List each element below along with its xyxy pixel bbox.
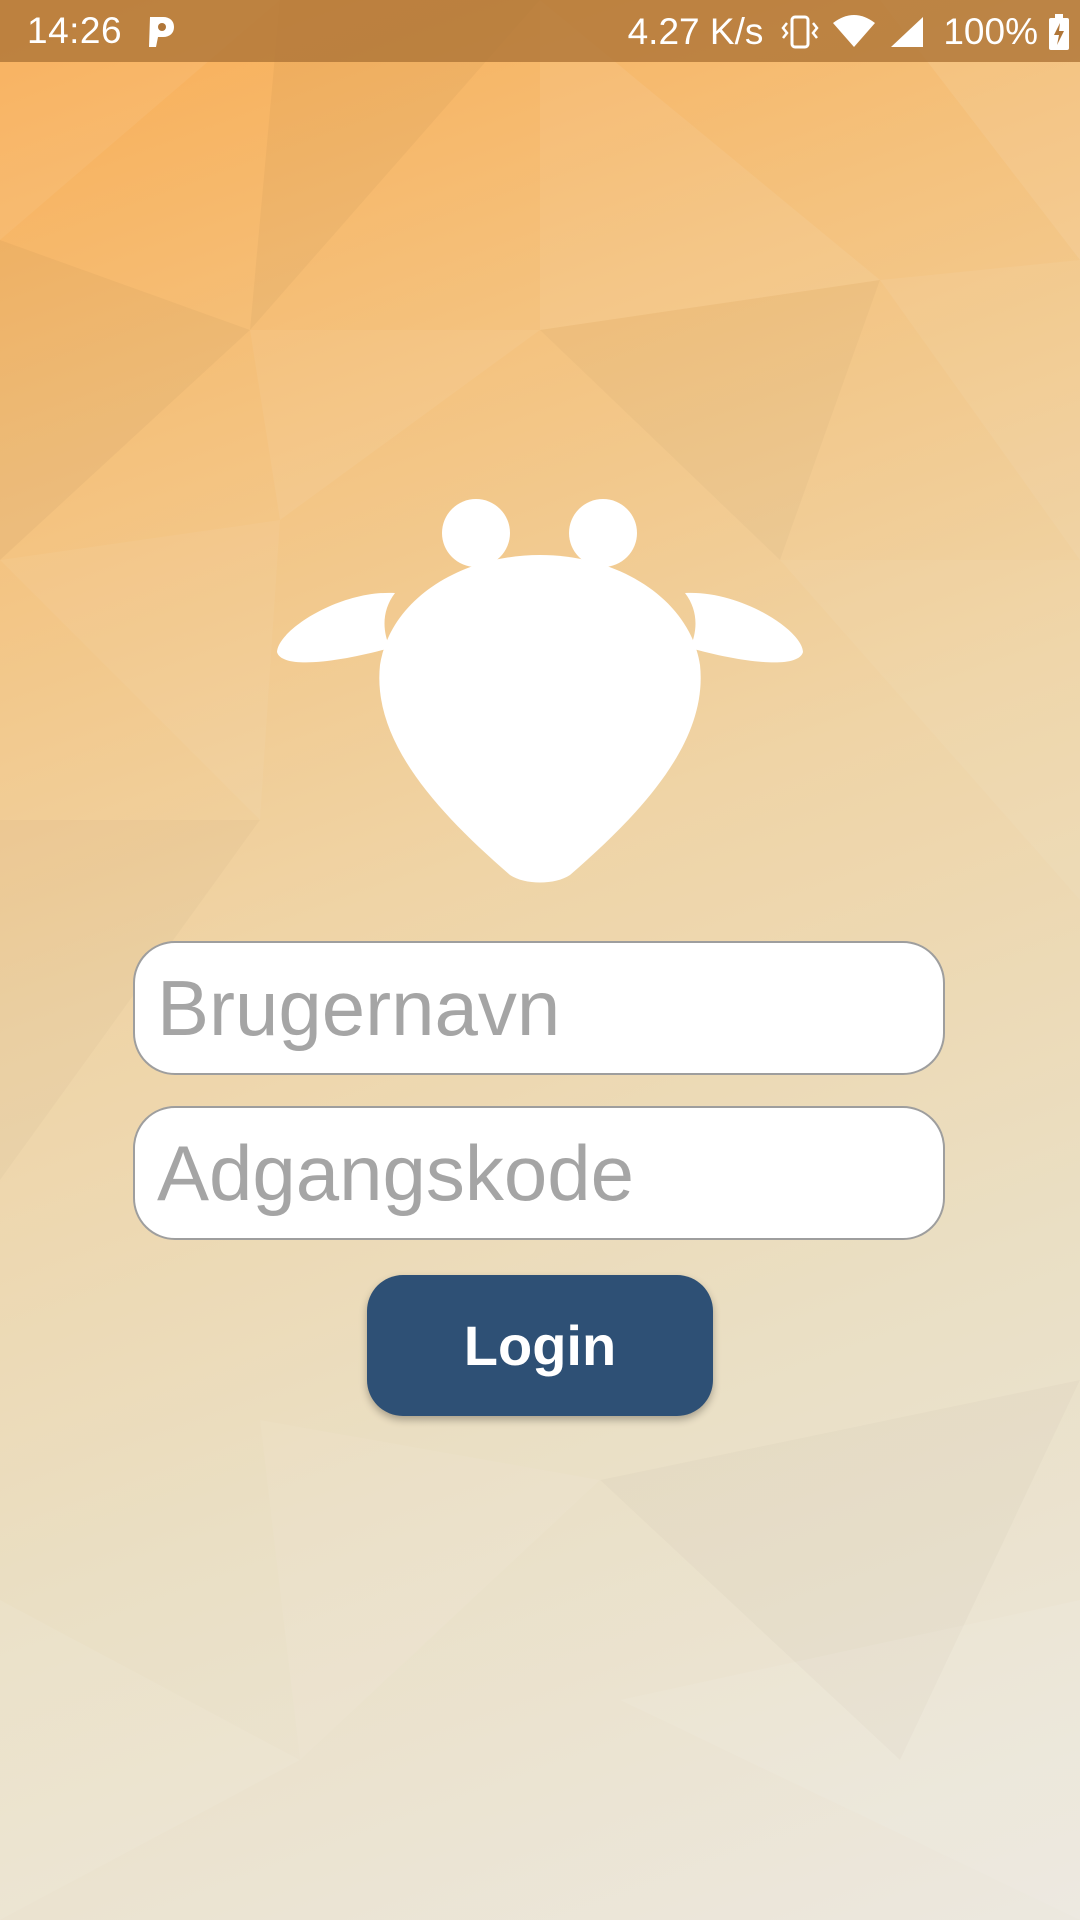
username-input[interactable]	[133, 941, 945, 1075]
cow-head-logo	[277, 499, 803, 883]
cell-signal-icon	[891, 17, 924, 47]
password-input[interactable]	[133, 1106, 945, 1240]
battery-percent: 100%	[943, 11, 1038, 52]
parking-app-icon	[149, 17, 174, 47]
login-button[interactable]: Login	[367, 1275, 713, 1416]
network-speed: 4.27 K/s	[627, 11, 764, 52]
wifi-icon	[833, 15, 876, 47]
vibrate-icon	[781, 15, 819, 49]
status-indicators: 4.27 K/s 100%	[628, 10, 1070, 54]
battery-charging-icon	[1049, 14, 1069, 50]
status-time: 14:26	[27, 10, 123, 51]
status-bar: 14:26 4.27 K/s 100%	[0, 0, 1080, 62]
